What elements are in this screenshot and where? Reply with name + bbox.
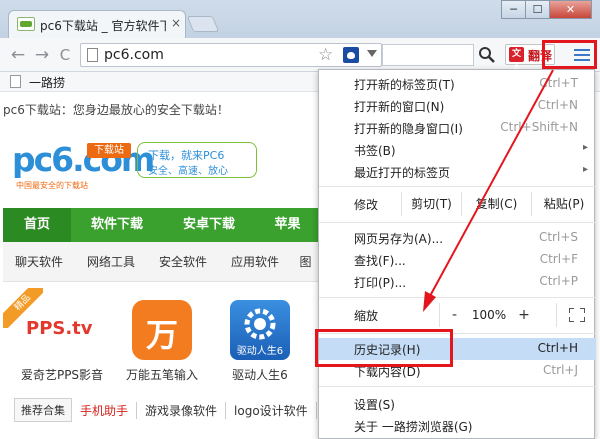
annotation-arrow: [423, 69, 554, 312]
